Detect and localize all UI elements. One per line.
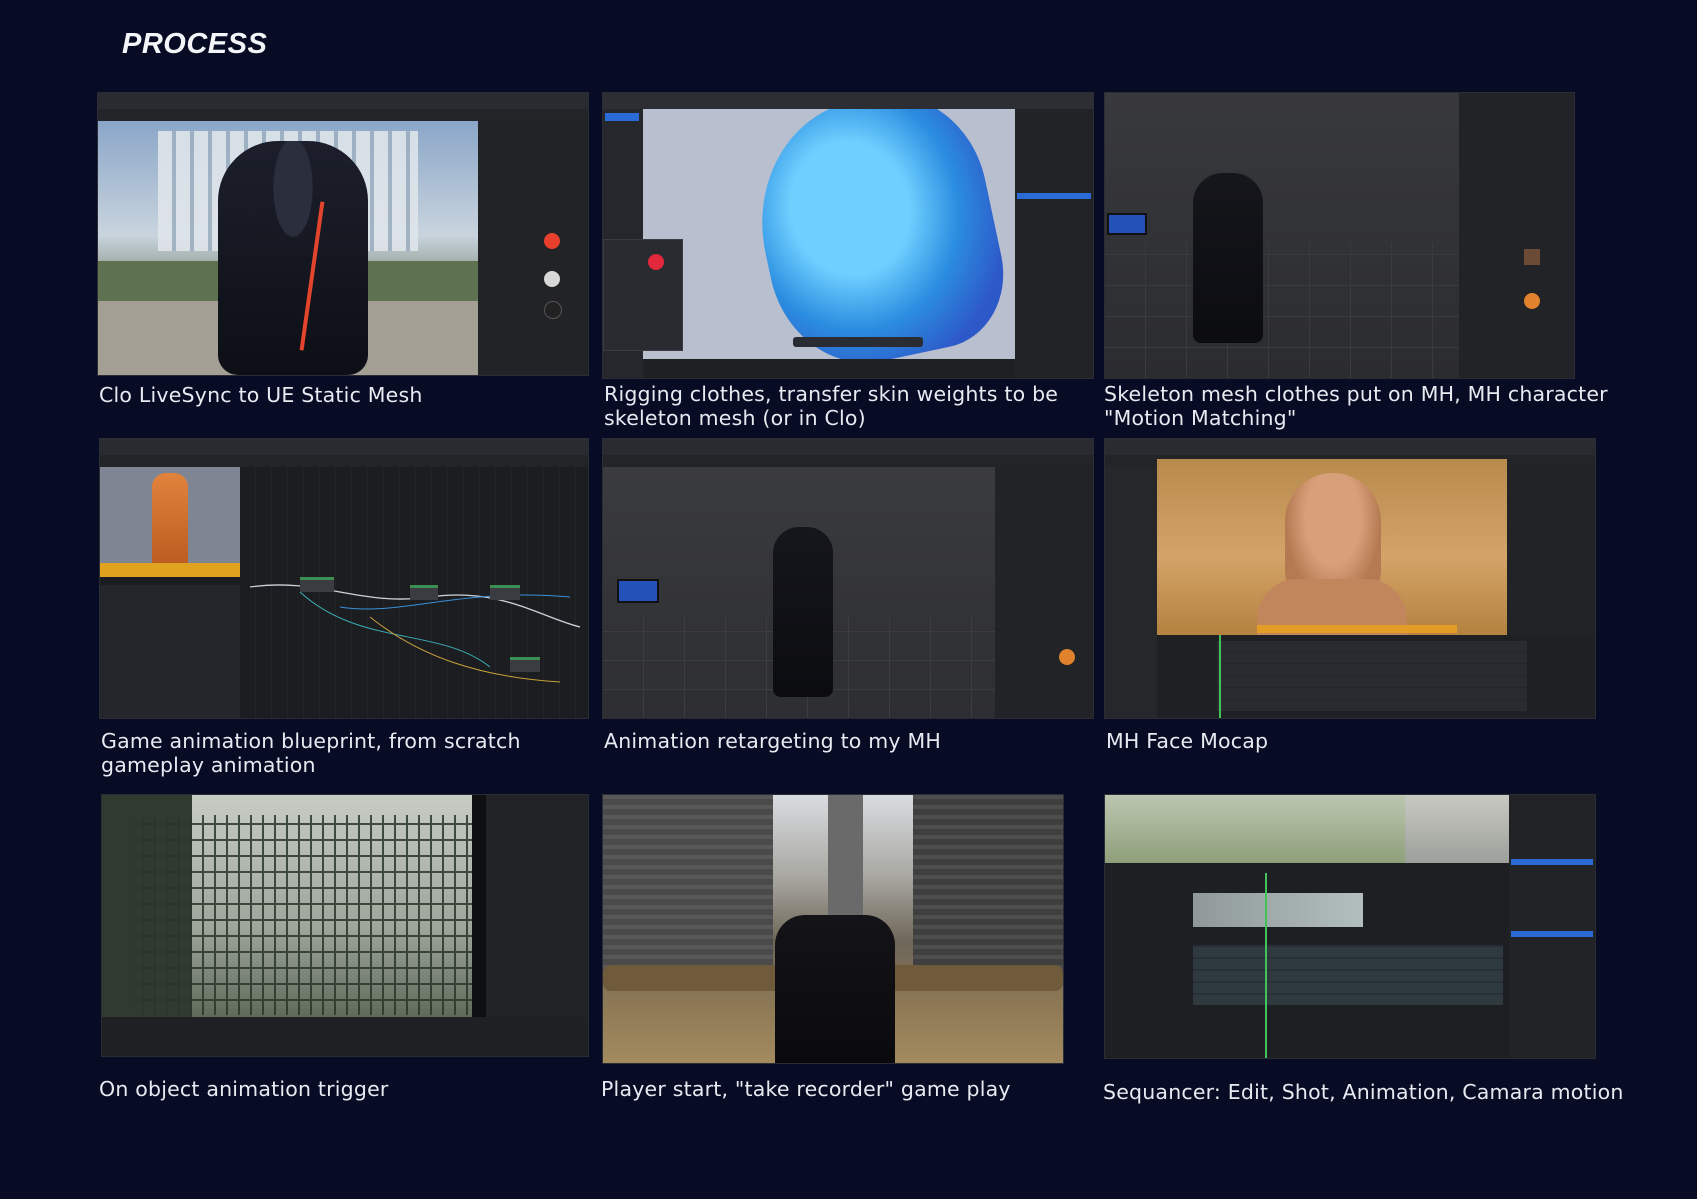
caption-4: Game animation blueprint, from scratch g… — [101, 729, 521, 777]
screenshot-animation-blueprint — [99, 438, 589, 719]
caption-9: Sequancer: Edit, Shot, Animation, Camara… — [1103, 1080, 1624, 1104]
page-title: PROCESS — [122, 28, 268, 60]
screenshot-skeleton-mesh-mh — [1104, 92, 1575, 379]
screenshot-rigging-clothes — [602, 92, 1094, 379]
screenshot-clo-livesync — [97, 92, 589, 376]
screenshot-mh-face-mocap — [1104, 438, 1596, 719]
caption-2: Rigging clothes, transfer skin weights t… — [604, 382, 1059, 430]
screenshot-player-start — [602, 794, 1064, 1064]
caption-8: Player start, "take recorder" game play — [601, 1077, 1011, 1101]
screenshot-object-animation-trigger — [101, 794, 589, 1057]
caption-5: Animation retargeting to my MH — [604, 729, 941, 753]
caption-7: On object animation trigger — [99, 1077, 389, 1101]
screenshot-sequencer — [1104, 794, 1596, 1059]
caption-6: MH Face Mocap — [1106, 729, 1269, 753]
caption-1: Clo LiveSync to UE Static Mesh — [99, 383, 423, 407]
caption-3: Skeleton mesh clothes put on MH, MH char… — [1104, 382, 1608, 430]
screenshot-animation-retargeting — [602, 438, 1094, 719]
